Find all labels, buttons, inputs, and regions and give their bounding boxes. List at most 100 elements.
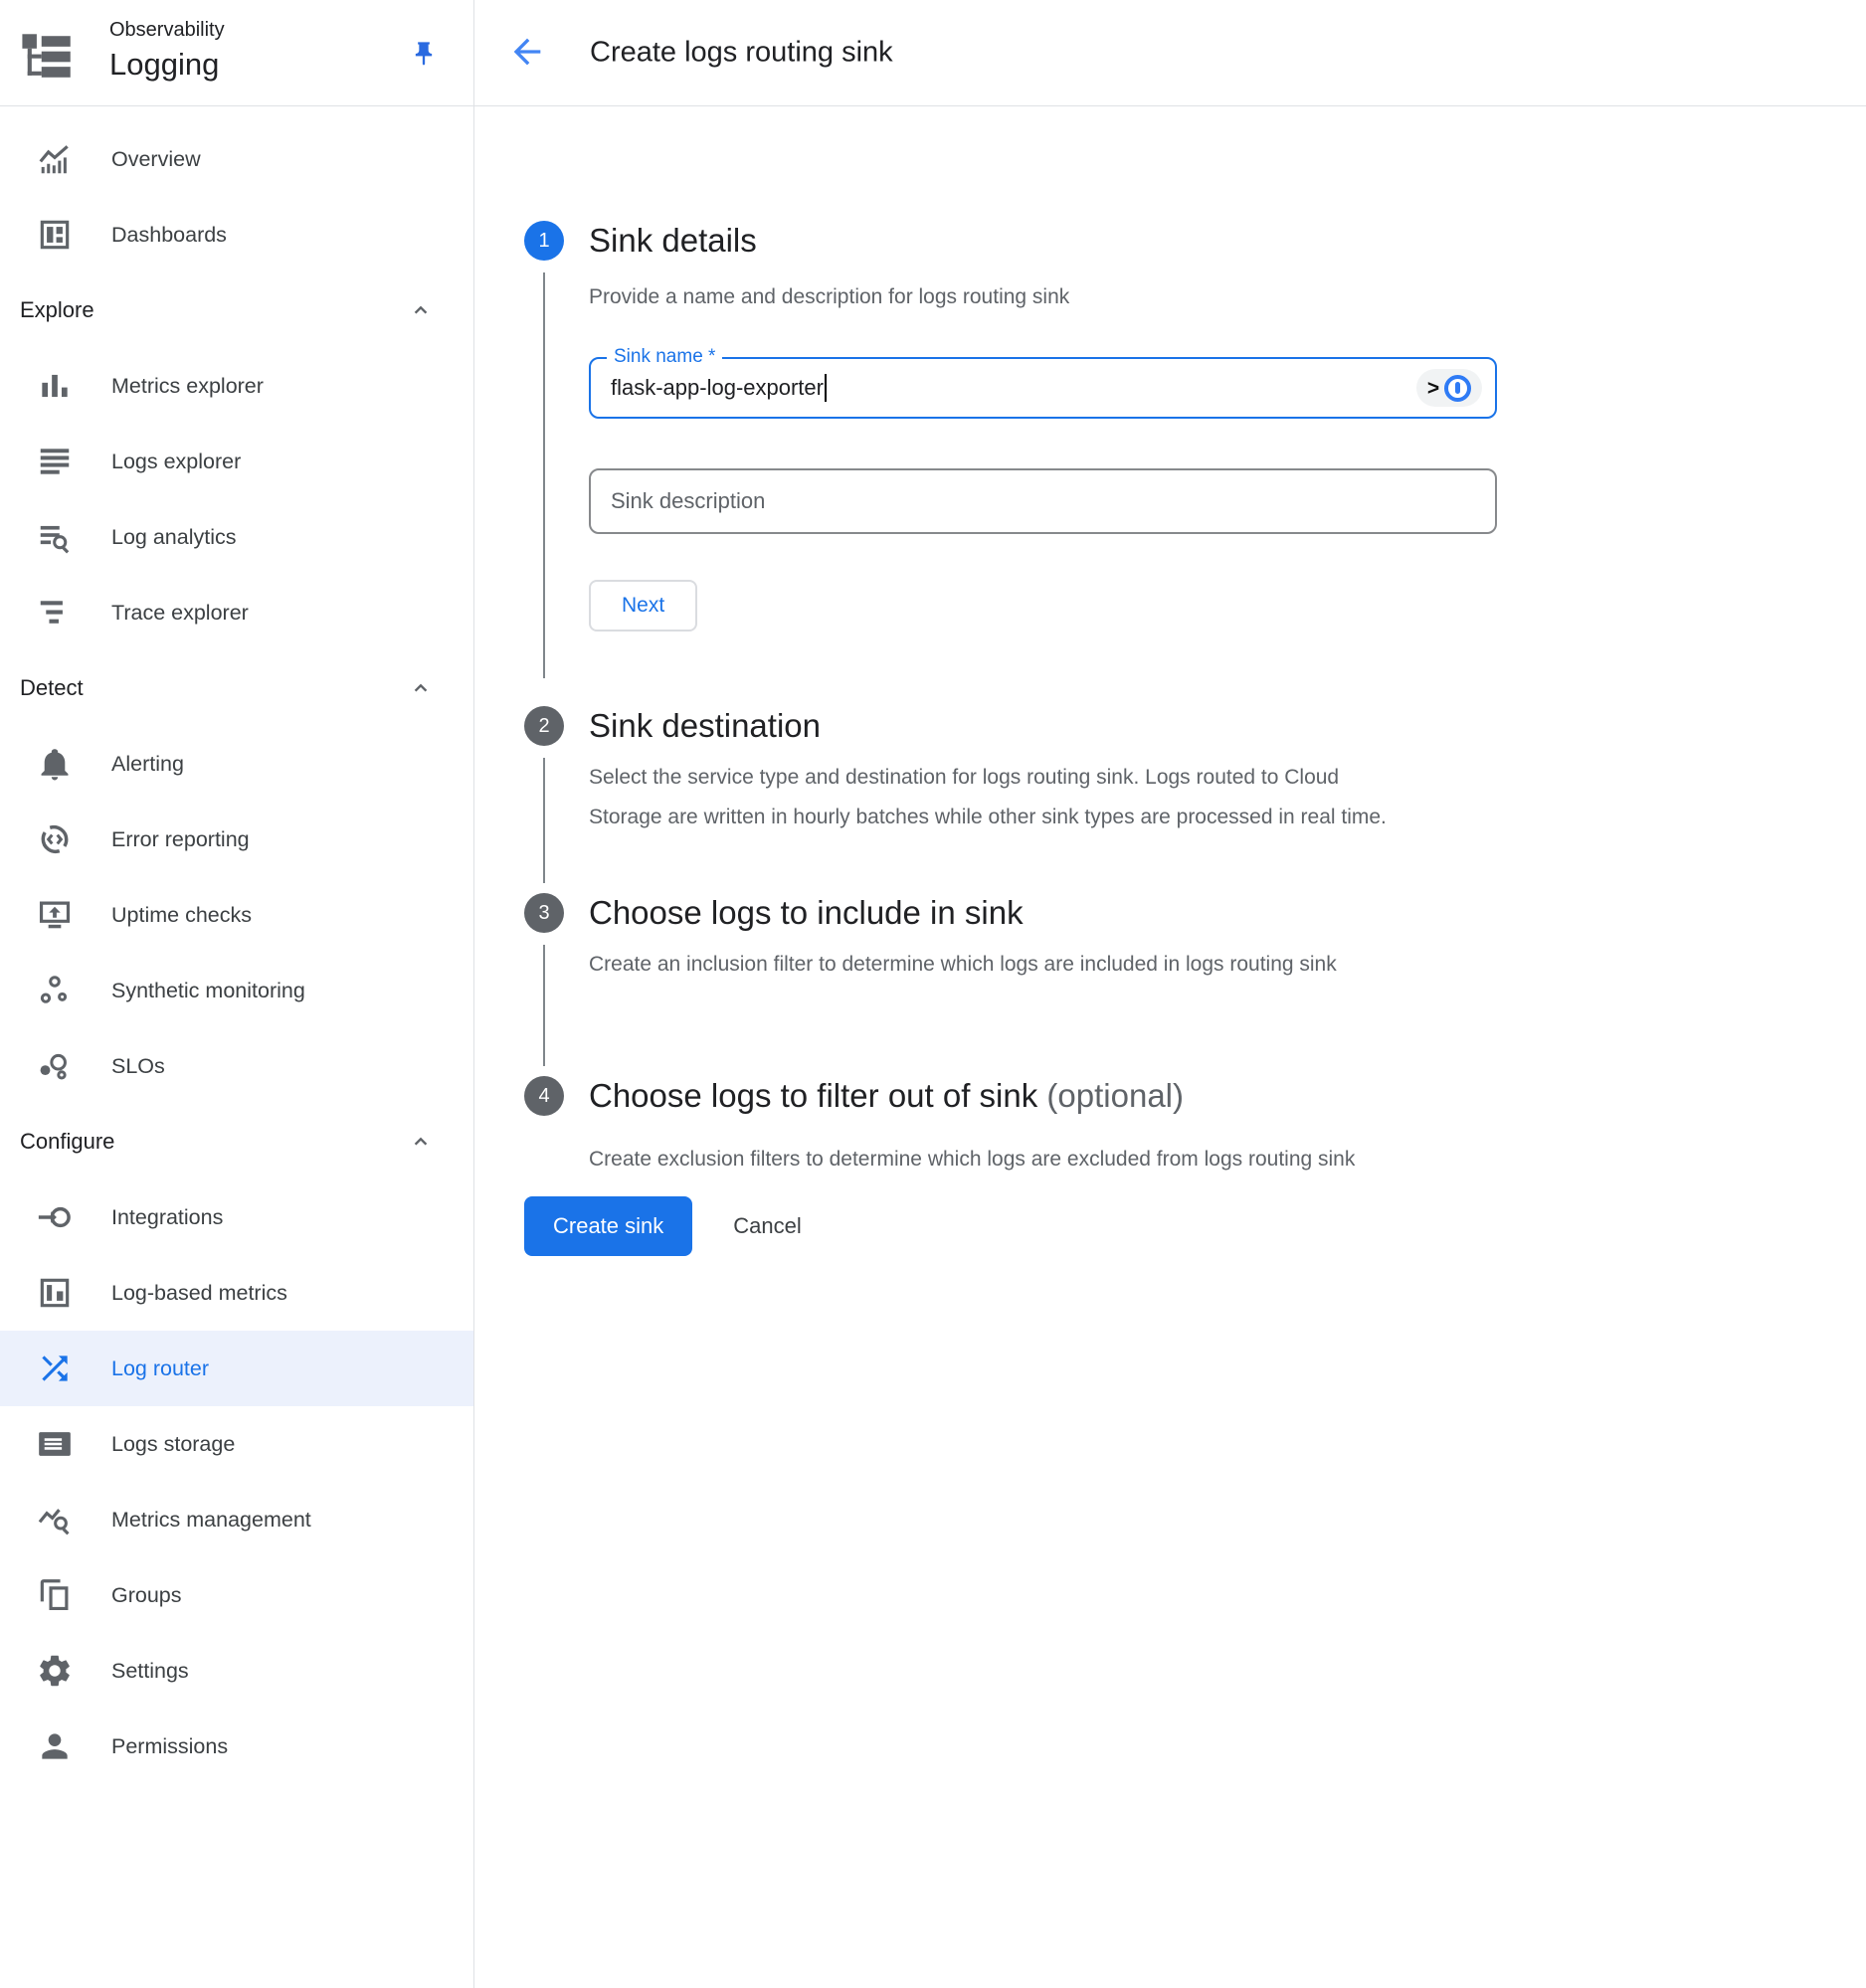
sidebar-section-label: Explore xyxy=(20,297,94,323)
sidebar-item-groups[interactable]: Groups xyxy=(0,1557,473,1633)
sidebar-item-settings[interactable]: Settings xyxy=(0,1633,473,1709)
sink-name-label: Sink name * xyxy=(607,346,722,368)
trace-explorer-icon xyxy=(33,593,77,633)
step-exclude-logs: 4 Choose logs to filter out of sink (opt… xyxy=(524,1076,1866,1179)
sidebar-item-error-reporting[interactable]: Error reporting xyxy=(0,802,473,877)
back-arrow-icon[interactable] xyxy=(507,32,547,72)
sidebar-item-label: Alerting xyxy=(111,752,184,777)
page-title: Create logs routing sink xyxy=(590,37,893,70)
sidebar-item-logs-explorer[interactable]: Logs explorer xyxy=(0,424,473,499)
step-4-title: Choose logs to filter out of sink (optio… xyxy=(589,1076,1866,1116)
sidebar-item-label: Settings xyxy=(111,1659,189,1684)
log-analytics-icon xyxy=(33,517,77,557)
overview-icon xyxy=(33,139,77,179)
sink-description-input[interactable] xyxy=(589,468,1497,534)
metrics-management-icon xyxy=(33,1500,77,1539)
sink-name-field[interactable]: Sink name * flask-app-log-exporter > xyxy=(589,357,1497,419)
sidebar-nav: Overview Dashboards Explore Metrics expl… xyxy=(0,106,473,1784)
log-based-metrics-icon xyxy=(33,1273,77,1313)
sidebar-item-integrations[interactable]: Integrations xyxy=(0,1179,473,1255)
sidebar-item-label: Log router xyxy=(111,1356,209,1381)
synthetic-monitoring-icon xyxy=(33,971,77,1010)
step-3-description: Create an inclusion filter to determine … xyxy=(589,945,1404,985)
sidebar-item-log-based-metrics[interactable]: Log-based metrics xyxy=(0,1255,473,1331)
step-4-optional-tag: (optional) xyxy=(1046,1077,1184,1114)
pin-icon[interactable] xyxy=(410,40,438,68)
step-connector xyxy=(543,272,545,678)
sidebar-item-alerting[interactable]: Alerting xyxy=(0,726,473,802)
sidebar-item-label: Logs explorer xyxy=(111,450,241,474)
sink-name-value: flask-app-log-exporter xyxy=(611,375,824,401)
sidebar-section-configure[interactable]: Configure xyxy=(0,1104,473,1179)
sidebar-item-metrics-management[interactable]: Metrics management xyxy=(0,1482,473,1557)
chevron-up-icon xyxy=(408,1129,434,1155)
step-include-logs: 3 Choose logs to include in sink Create … xyxy=(524,893,1866,1076)
sidebar-item-slos[interactable]: SLOs xyxy=(0,1028,473,1104)
step-sink-details: 1 Sink details Provide a name and descri… xyxy=(524,221,1866,706)
sidebar-item-label: Uptime checks xyxy=(111,903,252,928)
form-actions: Create sink Cancel xyxy=(474,1196,1866,1256)
sidebar-item-label: Metrics explorer xyxy=(111,374,264,399)
sidebar-item-metrics-explorer[interactable]: Metrics explorer xyxy=(0,348,473,424)
sidebar-item-label: Log-based metrics xyxy=(111,1281,287,1306)
text-cursor xyxy=(825,374,827,402)
step-1-badge: 1 xyxy=(524,221,564,261)
sidebar-header: Observability Logging xyxy=(0,0,473,106)
sidebar-item-label: Permissions xyxy=(111,1734,228,1759)
sidebar-item-label: Trace explorer xyxy=(111,601,249,626)
log-router-icon xyxy=(33,1349,77,1388)
sidebar: Observability Logging Overview Dashboard… xyxy=(0,0,474,1988)
metrics-explorer-icon xyxy=(33,366,77,406)
settings-icon xyxy=(33,1651,77,1691)
step-4-badge: 4 xyxy=(524,1076,564,1116)
sidebar-item-label: Synthetic monitoring xyxy=(111,979,305,1003)
sidebar-item-label: Dashboards xyxy=(111,223,227,248)
sidebar-item-trace-explorer[interactable]: Trace explorer xyxy=(0,575,473,650)
sidebar-item-label: Metrics management xyxy=(111,1508,311,1533)
sidebar-item-label: Groups xyxy=(111,1583,182,1608)
uptime-checks-icon xyxy=(33,895,77,935)
main-content: 1 Sink details Provide a name and descri… xyxy=(474,106,1866,1988)
product-text: Observability Logging xyxy=(109,20,225,80)
sidebar-item-label: SLOs xyxy=(111,1054,165,1079)
logging-logo-icon xyxy=(20,26,78,88)
chevron-up-icon xyxy=(408,675,434,701)
next-button[interactable]: Next xyxy=(589,580,697,632)
sidebar-item-log-analytics[interactable]: Log analytics xyxy=(0,499,473,575)
create-sink-button[interactable]: Create sink xyxy=(524,1196,692,1256)
step-2-badge: 2 xyxy=(524,706,564,746)
sidebar-section-label: Configure xyxy=(20,1129,114,1155)
product-eyebrow: Observability xyxy=(109,20,225,40)
sidebar-item-logs-storage[interactable]: Logs storage xyxy=(0,1406,473,1482)
page-header: Create logs routing sink xyxy=(474,0,1866,106)
sidebar-section-label: Detect xyxy=(20,675,84,701)
sidebar-section-explore[interactable]: Explore xyxy=(0,272,473,348)
error-reporting-icon xyxy=(33,819,77,859)
alerting-icon xyxy=(33,744,77,784)
logs-explorer-icon xyxy=(33,442,77,481)
step-3-badge: 3 xyxy=(524,893,564,933)
step-sink-destination: 2 Sink destination Select the service ty… xyxy=(524,706,1866,893)
sidebar-section-detect[interactable]: Detect xyxy=(0,650,473,726)
integrations-icon xyxy=(33,1197,77,1237)
step-4-description: Create exclusion filters to determine wh… xyxy=(589,1140,1404,1179)
sidebar-item-label: Overview xyxy=(111,147,201,172)
1password-icon[interactable]: > xyxy=(1416,369,1482,407)
stepper: 1 Sink details Provide a name and descri… xyxy=(474,106,1866,1179)
sidebar-item-label: Integrations xyxy=(111,1205,223,1230)
step-connector xyxy=(543,945,545,1066)
permissions-icon xyxy=(33,1726,77,1766)
step-connector xyxy=(543,758,545,883)
cancel-button[interactable]: Cancel xyxy=(733,1213,801,1239)
step-1-title: Sink details xyxy=(589,221,1866,261)
sidebar-item-permissions[interactable]: Permissions xyxy=(0,1709,473,1784)
sidebar-item-log-router[interactable]: Log router xyxy=(0,1331,473,1406)
chevron-up-icon xyxy=(408,297,434,323)
sidebar-item-overview[interactable]: Overview xyxy=(0,121,473,197)
sidebar-item-synthetic-monitoring[interactable]: Synthetic monitoring xyxy=(0,953,473,1028)
product-name: Logging xyxy=(109,49,225,80)
sidebar-item-label: Log analytics xyxy=(111,525,237,550)
sidebar-item-uptime-checks[interactable]: Uptime checks xyxy=(0,877,473,953)
sidebar-item-label: Error reporting xyxy=(111,827,250,852)
sidebar-item-dashboards[interactable]: Dashboards xyxy=(0,197,473,272)
